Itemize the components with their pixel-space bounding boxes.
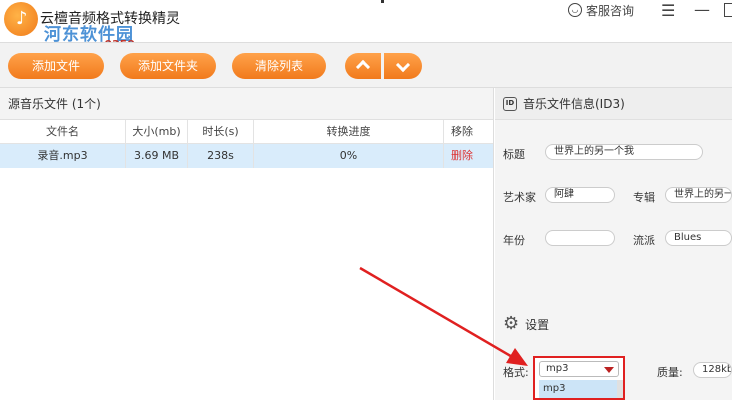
service-link[interactable]: ◡ 客服咨询 xyxy=(568,2,634,18)
quality-field[interactable]: 128kb xyxy=(693,362,732,378)
file-list-panel: 源音乐文件 (1个) 文件名 大小(mb) 时长(s) 转换进度 移除 录音.m… xyxy=(0,88,494,400)
artist-label: 艺术家 xyxy=(503,191,536,204)
format-select-value: mp3 xyxy=(546,363,569,374)
format-select[interactable]: mp3 xyxy=(539,361,619,377)
genre-label: 流派 xyxy=(633,234,655,247)
clear-list-button[interactable]: 清除列表 xyxy=(232,53,326,79)
title-field[interactable]: 世界上的另一个我 xyxy=(545,144,703,160)
format-label: 格式: xyxy=(503,366,529,379)
row-progress: 0% xyxy=(254,144,444,168)
minimize-icon[interactable]: — xyxy=(694,0,710,19)
file-list-header: 源音乐文件 (1个) xyxy=(0,88,493,120)
settings-header: ⚙ 设置 xyxy=(495,309,732,339)
toolbar: 添加文件 添加文件夹 清除列表 xyxy=(0,42,732,88)
gear-icon: ⚙ xyxy=(503,313,520,334)
format-option-mp3[interactable]: mp3 xyxy=(539,380,617,398)
year-field[interactable] xyxy=(545,230,615,246)
caret-down-icon xyxy=(604,367,614,373)
column-remove: 移除 xyxy=(451,125,473,138)
title-bar: ♪ 云檀音频格式转换精灵 河东软件园 www.pc0359.cn ◡ 客服咨询 … xyxy=(0,0,732,51)
chevron-down-icon xyxy=(395,57,411,73)
title-label: 标题 xyxy=(503,148,525,161)
file-table-header: 文件名 大小(mb) 时长(s) 转换进度 移除 xyxy=(0,120,493,144)
id3-icon: ID xyxy=(503,96,517,111)
service-label: 客服咨询 xyxy=(586,3,635,18)
move-up-button[interactable] xyxy=(345,53,381,79)
row-file-size: 3.69 MB xyxy=(126,144,188,168)
info-panel: ID 音乐文件信息(ID3) 标题 世界上的另一个我 艺术家 阿肆 专辑 世界上… xyxy=(495,88,732,400)
column-progress: 转换进度 xyxy=(254,120,444,143)
smile-icon: ◡ xyxy=(568,3,582,17)
column-size: 大小(mb) xyxy=(126,120,188,143)
top-dot xyxy=(381,0,384,3)
chevron-up-icon xyxy=(355,59,371,75)
row-duration: 238s xyxy=(188,144,254,168)
id3-header: ID 音乐文件信息(ID3) xyxy=(495,88,732,120)
quality-label: 质量: xyxy=(657,366,683,379)
genre-field[interactable]: Blues xyxy=(665,230,732,246)
row-remove-link[interactable]: 删除 xyxy=(444,144,480,168)
row-file-name: 录音.mp3 xyxy=(0,144,126,168)
maximize-icon[interactable] xyxy=(724,3,732,17)
column-duration: 时长(s) xyxy=(188,120,254,143)
settings-header-label: 设置 xyxy=(525,317,550,332)
app-logo-icon: ♪ xyxy=(4,2,38,36)
year-label: 年份 xyxy=(503,234,525,247)
add-folder-button[interactable]: 添加文件夹 xyxy=(120,53,216,79)
album-label: 专辑 xyxy=(633,191,655,204)
move-down-button[interactable] xyxy=(384,53,422,79)
table-row[interactable]: 录音.mp3 3.69 MB 238s 0% 删除 xyxy=(0,144,493,168)
column-name: 文件名 xyxy=(0,120,126,143)
format-highlight: mp3 mp3 xyxy=(533,356,625,400)
dropdown-scrollbar[interactable] xyxy=(617,380,623,398)
add-file-button[interactable]: 添加文件 xyxy=(8,53,104,79)
menu-icon[interactable]: ☰ xyxy=(661,1,675,20)
album-field[interactable]: 世界上的另一 xyxy=(665,187,732,203)
artist-field[interactable]: 阿肆 xyxy=(545,187,615,203)
id3-header-label: 音乐文件信息(ID3) xyxy=(523,97,625,111)
